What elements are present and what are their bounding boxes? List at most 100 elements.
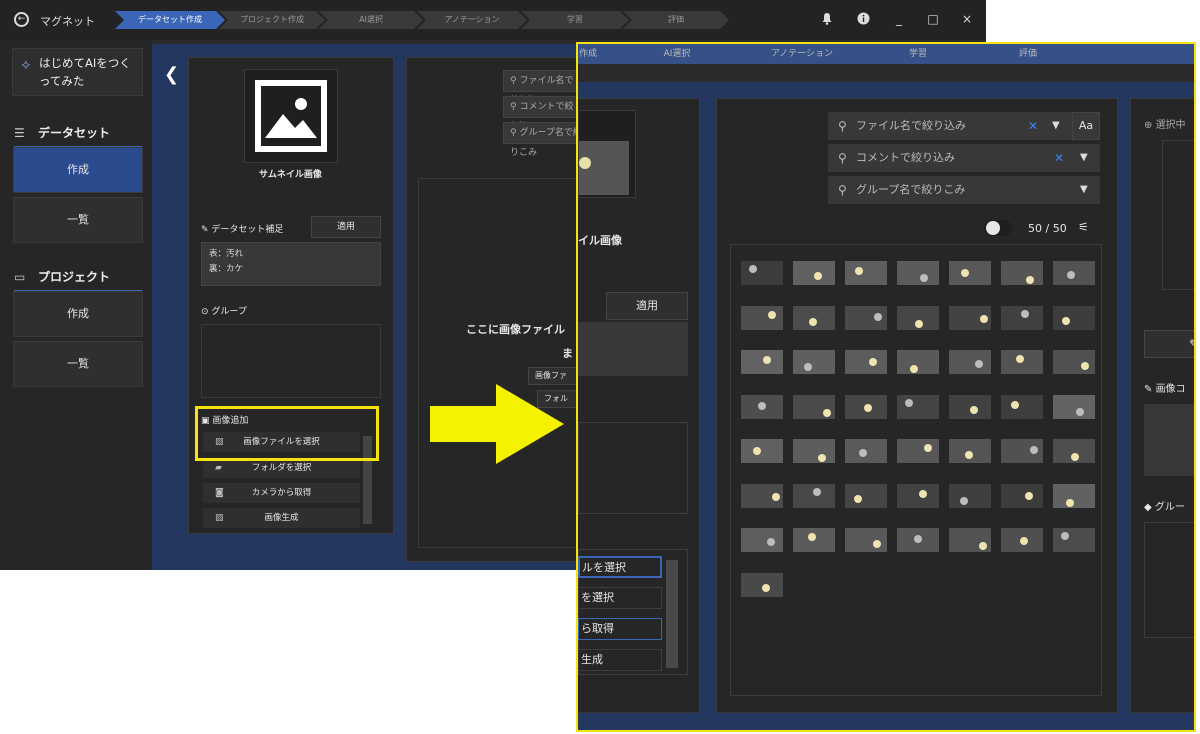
image-thumbnail[interactable] bbox=[741, 305, 783, 330]
zoom-step-training[interactable]: 学習 bbox=[858, 44, 978, 64]
image-thumbnail[interactable] bbox=[793, 483, 835, 508]
add-option-camera[interactable]: ◙ カメラから取得 bbox=[203, 483, 360, 503]
image-thumbnail[interactable] bbox=[845, 261, 887, 285]
image-comment-box[interactable] bbox=[1144, 404, 1194, 476]
image-thumbnail[interactable] bbox=[741, 261, 783, 285]
image-thumbnail[interactable] bbox=[897, 261, 939, 285]
chevron-down-icon[interactable]: ▼ bbox=[1080, 144, 1088, 172]
image-thumbnail[interactable] bbox=[897, 439, 939, 463]
back-icon[interactable]: ← bbox=[14, 12, 29, 27]
image-thumbnail[interactable] bbox=[845, 394, 887, 419]
zoom-step-evaluation[interactable]: 評価 bbox=[968, 44, 1088, 64]
filter-clear-icon[interactable]: ⚟ bbox=[1078, 220, 1089, 234]
group-box[interactable] bbox=[201, 324, 381, 398]
image-thumbnail[interactable] bbox=[741, 394, 783, 419]
collapse-left-icon[interactable]: ❮ bbox=[164, 64, 179, 85]
image-thumbnail[interactable] bbox=[1001, 350, 1043, 374]
image-thumbnail[interactable] bbox=[845, 350, 887, 374]
image-thumbnail[interactable] bbox=[1001, 261, 1043, 285]
zoom-supplement-box[interactable] bbox=[578, 322, 688, 376]
image-thumbnail[interactable] bbox=[741, 350, 783, 374]
maximize-icon[interactable]: □ bbox=[925, 12, 941, 26]
zoom-list-item-file[interactable]: ルを選択 bbox=[578, 556, 662, 578]
zoom-step-annotation[interactable]: アノテーション bbox=[736, 44, 868, 64]
right-group-box[interactable] bbox=[1144, 522, 1194, 638]
image-thumbnail[interactable] bbox=[949, 528, 991, 552]
image-thumbnail[interactable] bbox=[949, 394, 991, 419]
image-thumbnail[interactable] bbox=[949, 350, 991, 374]
supplement-textbox[interactable]: 表：汚れ 裏：カケ bbox=[201, 242, 381, 286]
comment-filter-input[interactable]: ⚲ コメントで絞り込み bbox=[503, 96, 583, 132]
image-thumbnail[interactable] bbox=[1001, 305, 1043, 330]
image-thumbnail[interactable] bbox=[845, 528, 887, 552]
drop-file-button[interactable]: 画像ファ bbox=[528, 367, 582, 385]
image-thumbnail[interactable] bbox=[845, 483, 887, 508]
step-evaluation[interactable]: 評価 bbox=[623, 11, 729, 29]
chevron-down-icon[interactable]: ▼ bbox=[1052, 112, 1060, 140]
image-thumbnail[interactable] bbox=[1053, 439, 1095, 463]
case-sensitive-button[interactable]: Aa bbox=[1072, 112, 1100, 140]
image-thumbnail[interactable] bbox=[949, 305, 991, 330]
zoom-group-filter[interactable]: ⚲ グループ名で絞りこみ ▼ bbox=[828, 176, 1100, 204]
drop-zone[interactable] bbox=[418, 178, 584, 548]
sidebar-item-dataset-list[interactable]: 一覧 bbox=[13, 197, 143, 243]
image-thumbnail[interactable] bbox=[741, 483, 783, 508]
zoom-thumbnail[interactable] bbox=[578, 110, 636, 198]
logo[interactable]: ✧ はじめてAIをつくってみた bbox=[12, 48, 143, 96]
zoom-filename-filter[interactable]: ⚲ ファイル名で絞り込み ✕ ▼ bbox=[828, 112, 1100, 140]
info-icon[interactable] bbox=[855, 12, 871, 28]
zoom-edit-button[interactable]: ✎ bbox=[1144, 330, 1194, 358]
image-thumbnail[interactable] bbox=[1001, 394, 1043, 419]
image-thumbnail[interactable] bbox=[845, 305, 887, 330]
image-thumbnail[interactable] bbox=[949, 483, 991, 508]
bell-icon[interactable] bbox=[819, 12, 835, 28]
clear-icon[interactable]: ✕ bbox=[1054, 144, 1064, 172]
sidebar-item-project-create[interactable]: 作成 bbox=[13, 291, 143, 337]
image-thumbnail[interactable] bbox=[897, 305, 939, 330]
sidebar-item-dataset-create[interactable]: 作成 bbox=[13, 147, 143, 193]
zoom-step-ai-select[interactable]: AI選択 bbox=[608, 44, 746, 64]
step-dataset-create[interactable]: データセット作成 bbox=[115, 11, 225, 29]
step-annotation[interactable]: アノテーション bbox=[417, 11, 527, 29]
image-thumbnail[interactable] bbox=[1053, 394, 1095, 419]
image-thumbnail[interactable] bbox=[793, 350, 835, 374]
image-thumbnail[interactable] bbox=[1001, 439, 1043, 463]
image-thumbnail[interactable] bbox=[793, 261, 835, 285]
zoom-comment-filter[interactable]: ⚲ コメントで絞り込み ✕ ▼ bbox=[828, 144, 1100, 172]
step-ai-select[interactable]: AI選択 bbox=[319, 11, 423, 29]
image-thumbnail[interactable] bbox=[897, 483, 939, 508]
image-thumbnail[interactable] bbox=[1001, 483, 1043, 508]
step-project-create[interactable]: プロジェクト作成 bbox=[219, 11, 325, 29]
zoom-group-box[interactable] bbox=[578, 422, 688, 514]
image-thumbnail[interactable] bbox=[949, 439, 991, 463]
clear-icon[interactable]: ✕ bbox=[1028, 112, 1038, 140]
image-thumbnail[interactable] bbox=[1053, 350, 1095, 374]
image-thumbnail[interactable] bbox=[793, 394, 835, 419]
filename-filter-input[interactable]: ⚲ ファイル名で絞り込み bbox=[503, 70, 583, 106]
image-thumbnail[interactable] bbox=[897, 528, 939, 552]
image-thumbnail[interactable] bbox=[1053, 483, 1095, 508]
image-thumbnail[interactable] bbox=[1001, 528, 1043, 552]
add-option-folder[interactable]: ▰ フォルダを選択 bbox=[203, 458, 360, 478]
image-thumbnail[interactable] bbox=[793, 439, 835, 463]
chevron-down-icon[interactable]: ▼ bbox=[1080, 176, 1088, 204]
zoom-list-scrollbar[interactable] bbox=[666, 560, 678, 668]
image-thumbnail[interactable] bbox=[845, 439, 887, 463]
image-thumbnail[interactable] bbox=[741, 572, 783, 597]
image-thumbnail[interactable] bbox=[741, 528, 783, 552]
group-filter-input[interactable]: ⚲ グループ名で絞りこみ bbox=[503, 122, 583, 158]
image-thumbnail[interactable] bbox=[897, 394, 939, 419]
minimize-icon[interactable]: _ bbox=[891, 12, 907, 26]
step-training[interactable]: 学習 bbox=[521, 11, 629, 29]
image-thumbnail[interactable] bbox=[1053, 305, 1095, 330]
apply-button[interactable]: 適用 bbox=[311, 216, 381, 238]
thumbnail-image[interactable] bbox=[244, 69, 338, 163]
zoom-list-item-generate[interactable]: 生成 bbox=[578, 649, 662, 671]
image-thumbnail[interactable] bbox=[897, 350, 939, 374]
image-thumbnail[interactable] bbox=[741, 439, 783, 463]
image-thumbnail[interactable] bbox=[793, 305, 835, 330]
image-thumbnail[interactable] bbox=[1053, 261, 1095, 285]
zoom-list-item-folder[interactable]: を選択 bbox=[578, 587, 662, 609]
toggle-switch[interactable] bbox=[984, 220, 1012, 236]
zoom-apply-button[interactable]: 適用 bbox=[606, 292, 688, 320]
